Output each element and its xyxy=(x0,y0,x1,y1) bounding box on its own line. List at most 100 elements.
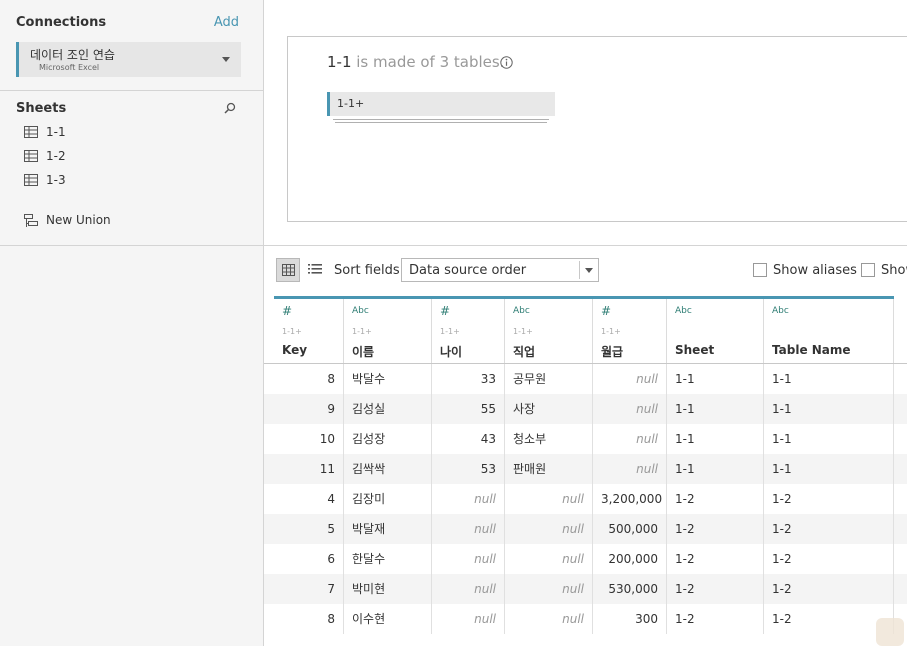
list-view-button[interactable] xyxy=(303,258,327,282)
column-name: 직업 xyxy=(513,345,536,359)
string-type-icon[interactable]: Abc xyxy=(352,306,369,316)
table-icon xyxy=(24,150,38,162)
table-cell: 1-2 xyxy=(764,574,894,604)
number-type-icon[interactable]: # xyxy=(440,304,450,318)
connections-title: Connections xyxy=(16,15,107,30)
new-union-label: New Union xyxy=(46,213,111,227)
show-hidden-label[interactable]: Show xyxy=(881,263,907,278)
table-cell: 김싹싹 xyxy=(344,454,432,484)
table-cell: 1-1 xyxy=(764,364,894,394)
table-cell: 1-2 xyxy=(764,604,894,634)
stack-line xyxy=(335,122,547,123)
table-cell: 6 xyxy=(274,544,344,574)
show-aliases-label[interactable]: Show aliases xyxy=(773,263,857,278)
sheet-item-1-3[interactable]: 1-3 xyxy=(24,171,244,191)
table-cell: 1-1 xyxy=(667,424,764,454)
column-header[interactable]: Abc 1-1+ 직업 xyxy=(505,299,593,363)
column-header[interactable]: Abc 1-1+ 이름 xyxy=(344,299,432,363)
list-icon xyxy=(308,264,322,274)
show-hidden-checkbox[interactable] xyxy=(861,263,875,277)
table-cell: 300 xyxy=(593,604,667,634)
divider xyxy=(0,90,264,91)
column-header[interactable]: #1-1+ 나이 xyxy=(432,299,505,363)
table-cell: 1-2 xyxy=(764,484,894,514)
sheet-item-1-2[interactable]: 1-2 xyxy=(24,147,244,167)
column-header[interactable]: #1-1+ Key xyxy=(274,299,344,363)
grid-view-button[interactable] xyxy=(276,258,300,282)
column-header[interactable]: Abc Table Name xyxy=(764,299,894,363)
column-header[interactable]: Abc Sheet xyxy=(667,299,764,363)
table-cell: 공무원 xyxy=(505,364,593,394)
canvas-title-rest: is made of 3 tables. xyxy=(351,53,505,71)
table-cell: 9 xyxy=(274,394,344,424)
table-cell: 김성실 xyxy=(344,394,432,424)
table-cell: 33 xyxy=(432,364,505,394)
table-row: 5 박달재 null null 500,000 1-2 1-2 xyxy=(264,514,907,544)
table-cell: null xyxy=(593,394,667,424)
table-cell: 200,000 xyxy=(593,544,667,574)
sheets-title: Sheets xyxy=(16,101,67,116)
table-cell: 8 xyxy=(274,364,344,394)
column-name: Table Name xyxy=(772,343,851,357)
union-table-chip[interactable]: 1-1+ xyxy=(327,92,555,116)
table-cell: 한달수 xyxy=(344,544,432,574)
table-cell: 1-2 xyxy=(667,514,764,544)
connection-type: Microsoft Excel xyxy=(39,63,100,72)
table-cell: 7 xyxy=(274,574,344,604)
table-cell: 1-2 xyxy=(667,544,764,574)
table-cell: 55 xyxy=(432,394,505,424)
divider xyxy=(264,245,907,246)
column-header[interactable]: #1-1+ 월급 xyxy=(593,299,667,363)
union-table-label: 1-1+ xyxy=(337,97,365,110)
add-connection-link[interactable]: Add xyxy=(214,15,239,30)
grid-icon xyxy=(282,264,295,276)
canvas-table-name[interactable]: 1-1 xyxy=(327,53,352,71)
new-union-item[interactable]: New Union xyxy=(24,211,244,231)
union-icon xyxy=(24,214,38,227)
chevron-down-icon[interactable] xyxy=(222,57,230,62)
left-panel: Connections Add 데이터 조인 연습 Microsoft Exce… xyxy=(0,0,264,646)
table-row: 6 한달수 null null 200,000 1-2 1-2 xyxy=(264,544,907,574)
string-type-icon[interactable]: Abc xyxy=(513,306,530,316)
table-cell: 1-1 xyxy=(764,394,894,424)
column-name: 월급 xyxy=(601,345,624,359)
sort-fields-select[interactable]: Data source order xyxy=(401,258,599,282)
table-cell: null xyxy=(432,544,505,574)
table-icon xyxy=(24,174,38,186)
table-cell: null xyxy=(593,364,667,394)
table-row: 10 김성장 43 청소부 null 1-1 1-1 xyxy=(264,424,907,454)
table-cell: 530,000 xyxy=(593,574,667,604)
table-row: 8 박달수 33 공무원 null 1-1 1-1 xyxy=(264,364,907,394)
data-grid: #1-1+ Key Abc 1-1+ 이름 #1-1+ 나이 Abc 1-1+ 직업 #1-1+ 월급… xyxy=(264,296,907,646)
table-cell: 1-1 xyxy=(667,364,764,394)
info-icon[interactable] xyxy=(500,56,513,69)
table-cell: 김성장 xyxy=(344,424,432,454)
table-cell: null xyxy=(593,424,667,454)
string-type-icon[interactable]: Abc xyxy=(675,306,692,316)
table-cell: 3,200,000 xyxy=(593,484,667,514)
table-cell: 1-1 xyxy=(764,454,894,484)
number-type-icon[interactable]: # xyxy=(282,304,292,318)
stack-line xyxy=(333,119,549,120)
table-row: 4 김장미 null null 3,200,000 1-2 1-2 xyxy=(264,484,907,514)
show-aliases-checkbox[interactable] xyxy=(753,263,767,277)
column-source: 1-1+ xyxy=(440,327,460,336)
table-cell: 판매원 xyxy=(505,454,593,484)
search-icon[interactable] xyxy=(223,101,237,115)
table-row: 7 박미현 null null 530,000 1-2 1-2 xyxy=(264,574,907,604)
connection-name: 데이터 조인 연습 xyxy=(30,48,115,62)
column-source: 1-1+ xyxy=(513,327,533,336)
connection-item[interactable]: 데이터 조인 연습 Microsoft Excel xyxy=(16,42,241,77)
string-type-icon[interactable]: Abc xyxy=(772,306,789,316)
table-cell: 박미현 xyxy=(344,574,432,604)
table-cell: 1-2 xyxy=(667,604,764,634)
sheet-item-label: 1-1 xyxy=(46,125,66,139)
sheet-item-1-1[interactable]: 1-1 xyxy=(24,123,244,143)
table-cell: 이수현 xyxy=(344,604,432,634)
table-cell: null xyxy=(432,604,505,634)
table-cell: 53 xyxy=(432,454,505,484)
number-type-icon[interactable]: # xyxy=(601,304,611,318)
divider xyxy=(579,261,580,279)
join-canvas[interactable]: 1-1 is made of 3 tables. 1-1+ xyxy=(287,36,907,222)
table-cell: 43 xyxy=(432,424,505,454)
